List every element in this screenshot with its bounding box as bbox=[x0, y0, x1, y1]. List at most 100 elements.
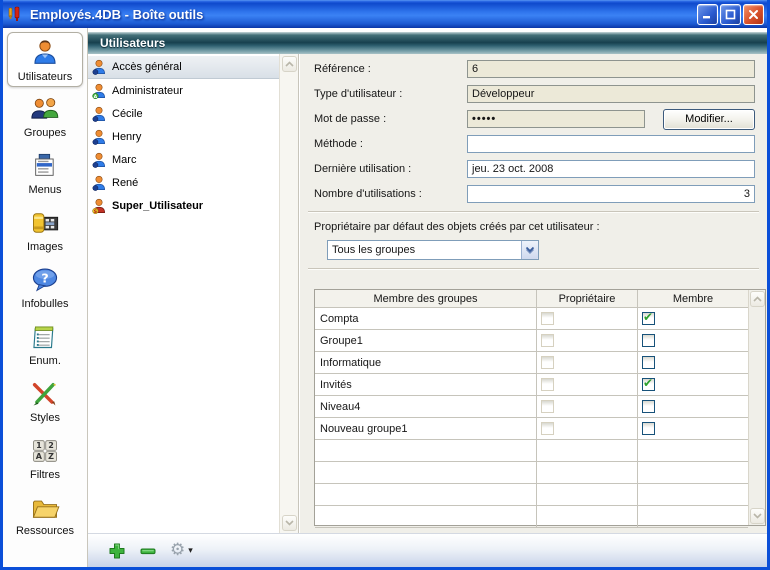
titlebar[interactable]: Employés.4DB - Boîte outils bbox=[0, 0, 770, 28]
use-count-label: Nombre d'utilisations : bbox=[314, 188, 467, 200]
sidebar-item-label: Filtres bbox=[30, 469, 60, 481]
user-row[interactable]: Cécile bbox=[88, 102, 279, 125]
svg-text:S: S bbox=[94, 209, 97, 214]
caret-down-icon: ▾ bbox=[188, 546, 193, 556]
sidebar-item-label: Enum. bbox=[29, 355, 61, 367]
use-count-field[interactable]: 3 bbox=[467, 185, 755, 203]
user-row[interactable]: Accès général bbox=[88, 56, 279, 79]
sidebar-item-label: Ressources bbox=[16, 525, 74, 537]
window-title: Employés.4DB - Boîte outils bbox=[30, 7, 697, 22]
scroll-down-icon[interactable] bbox=[750, 508, 765, 524]
panel-title: Utilisateurs bbox=[100, 36, 165, 50]
user-type-field: Développeur bbox=[467, 85, 755, 103]
sidebar-item-ressources[interactable]: Ressources bbox=[7, 488, 83, 543]
sidebar-item-label: Groupes bbox=[24, 127, 66, 139]
password-label: Mot de passe : bbox=[314, 113, 467, 125]
app-window: Employés.4DB - Boîte outils bbox=[0, 0, 770, 570]
default-owner-label: Propriétaire par défaut des objets créés… bbox=[314, 221, 755, 233]
proprietaire-checkbox[interactable]: ✔ bbox=[541, 400, 554, 413]
reference-field: 6 bbox=[467, 60, 755, 78]
user-row[interactable]: A Administrateur bbox=[88, 79, 279, 102]
table-row: Invités ✔ ✔ bbox=[315, 374, 748, 396]
groups-table: Membre des groupes Propriétaire Membre C… bbox=[314, 289, 766, 526]
membre-checkbox[interactable]: ✔ bbox=[642, 312, 655, 325]
svg-text:?: ? bbox=[41, 270, 48, 285]
proprietaire-checkbox[interactable]: ✔ bbox=[541, 422, 554, 435]
sidebar-item-infobulles[interactable]: ? Infobulles bbox=[7, 260, 83, 315]
scroll-up-icon[interactable] bbox=[282, 56, 297, 72]
user-icon bbox=[92, 175, 106, 191]
method-label: Méthode : bbox=[314, 138, 467, 150]
membre-checkbox[interactable]: ✔ bbox=[642, 378, 655, 391]
sidebar-item-label: Utilisateurs bbox=[18, 71, 72, 83]
users-icon bbox=[30, 37, 60, 70]
combo-value: Tous les groupes bbox=[328, 244, 521, 256]
table-row-empty bbox=[315, 506, 748, 528]
styles-icon bbox=[30, 380, 60, 411]
tooltip-icon: ? bbox=[30, 266, 60, 297]
sidebar-item-label: Menus bbox=[28, 184, 61, 196]
svg-text:1: 1 bbox=[36, 441, 42, 450]
table-row: Nouveau groupe1 ✔ ✔ bbox=[315, 418, 748, 440]
proprietaire-checkbox[interactable]: ✔ bbox=[541, 356, 554, 369]
method-field[interactable] bbox=[467, 135, 755, 153]
sidebar-item-utilisateurs[interactable]: Utilisateurs bbox=[7, 32, 83, 87]
col-header-membre[interactable]: Membre bbox=[638, 290, 748, 308]
groups-table-scrollbar[interactable] bbox=[748, 290, 765, 525]
default-owner-select[interactable]: Tous les groupes bbox=[327, 240, 539, 260]
membre-checkbox[interactable]: ✔ bbox=[642, 400, 655, 413]
sidebar: Utilisateurs Groupes bbox=[3, 28, 88, 567]
minimize-button[interactable] bbox=[697, 4, 718, 25]
user-icon: A bbox=[92, 83, 106, 99]
minus-icon bbox=[139, 542, 157, 560]
user-icon bbox=[92, 106, 106, 122]
actions-menu-button[interactable]: ⚙ ▾ bbox=[170, 542, 193, 559]
user-row[interactable]: Henry bbox=[88, 125, 279, 148]
proprietaire-checkbox[interactable]: ✔ bbox=[541, 378, 554, 391]
gear-icon: ⚙ bbox=[170, 542, 185, 559]
scroll-down-icon[interactable] bbox=[282, 515, 297, 531]
user-detail-panel: Référence : 6 Type d'utilisateur : Dével… bbox=[300, 54, 767, 533]
scroll-up-icon[interactable] bbox=[750, 291, 765, 307]
table-row: Niveau4 ✔ ✔ bbox=[315, 396, 748, 418]
panel-header: Utilisateurs bbox=[88, 32, 767, 54]
sidebar-item-groupes[interactable]: Groupes bbox=[7, 89, 83, 144]
divider bbox=[308, 268, 759, 270]
table-row-empty bbox=[315, 440, 748, 462]
user-icon bbox=[92, 152, 106, 168]
last-use-field[interactable]: jeu. 23 oct. 2008 bbox=[467, 160, 755, 178]
svg-text:Z: Z bbox=[48, 452, 54, 461]
user-row[interactable]: Marc bbox=[88, 148, 279, 171]
table-row: Groupe1 ✔ ✔ bbox=[315, 330, 748, 352]
sidebar-item-label: Infobulles bbox=[21, 298, 68, 310]
proprietaire-checkbox[interactable]: ✔ bbox=[541, 312, 554, 325]
maximize-button[interactable] bbox=[720, 4, 741, 25]
sidebar-item-filtres[interactable]: 1 2 A Z Filtres bbox=[7, 431, 83, 486]
sidebar-item-menus[interactable]: Menus bbox=[7, 146, 83, 201]
user-list-scrollbar[interactable] bbox=[279, 54, 298, 533]
membre-checkbox[interactable]: ✔ bbox=[642, 422, 655, 435]
membre-checkbox[interactable]: ✔ bbox=[642, 356, 655, 369]
enum-icon bbox=[31, 323, 59, 354]
close-button[interactable] bbox=[743, 4, 764, 25]
col-header-proprietaire[interactable]: Propriétaire bbox=[537, 290, 638, 308]
col-header-membre-des-groupes[interactable]: Membre des groupes bbox=[315, 290, 537, 308]
superuser-icon: S bbox=[92, 198, 106, 214]
add-user-button[interactable] bbox=[108, 542, 126, 560]
sidebar-item-styles[interactable]: Styles bbox=[7, 374, 83, 429]
chevron-down-icon[interactable] bbox=[521, 241, 538, 259]
groups-icon bbox=[29, 95, 61, 126]
user-row[interactable]: S Super_Utilisateur bbox=[88, 194, 279, 217]
svg-text:2: 2 bbox=[48, 441, 54, 450]
modify-password-button[interactable]: Modifier... bbox=[663, 109, 755, 130]
proprietaire-checkbox[interactable]: ✔ bbox=[541, 334, 554, 347]
toolbox-app-icon bbox=[6, 5, 24, 23]
membre-checkbox[interactable]: ✔ bbox=[642, 334, 655, 347]
sidebar-item-images[interactable]: Images bbox=[7, 203, 83, 258]
user-list: Accès général A Administrateur Cécile He… bbox=[88, 54, 299, 533]
sidebar-item-label: Images bbox=[27, 241, 63, 253]
user-row[interactable]: René bbox=[88, 171, 279, 194]
svg-text:A: A bbox=[94, 94, 98, 99]
sidebar-item-enum[interactable]: Enum. bbox=[7, 317, 83, 372]
delete-user-button[interactable] bbox=[139, 542, 157, 560]
